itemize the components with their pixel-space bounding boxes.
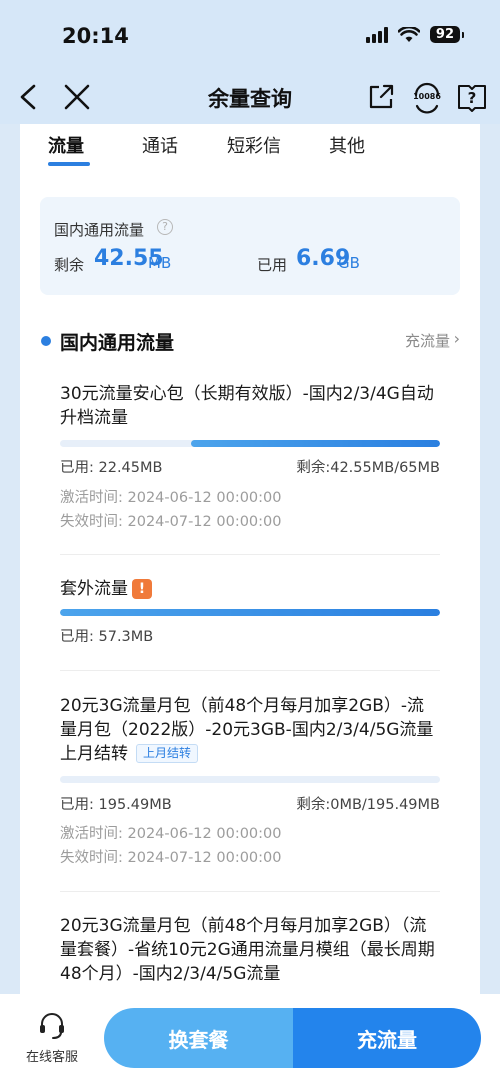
summary-title: 国内通用流量 — [54, 221, 145, 239]
usage-row: 已用: 22.45MB 剩余:42.55MB/65MB — [60, 456, 440, 477]
usage-row: 已用: 57.3MB — [60, 625, 440, 646]
main-card: 流量 通话 短彩信 其他 国内通用流量 ? 剩余 42.55 MB 已用 6.6… — [20, 124, 480, 994]
usage-progress-bar — [60, 609, 440, 616]
usage-summary-card: 国内通用流量 ? 剩余 42.55 MB 已用 6.69 GB — [40, 197, 460, 295]
info-icon[interactable]: ? — [157, 219, 173, 235]
used-amount: 已用: 195.49MB — [60, 797, 172, 813]
svg-text:?: ? — [468, 89, 477, 107]
package-name-row: 20元3G流量月包（前48个月每月加享2GB）-流量月包（2022版）-20元3… — [60, 694, 440, 766]
tab-bar: 流量 通话 短彩信 其他 — [20, 124, 480, 174]
tab-calls[interactable]: 通话 — [142, 132, 178, 158]
remaining-label: 剩余 — [54, 256, 85, 274]
topup-link[interactable]: 充流量 — [405, 330, 450, 351]
package-name: 套外流量 — [60, 579, 128, 599]
bottom-action-bar: 在线客服 换套餐 充流量 — [0, 994, 500, 1084]
battery-icon: 92 — [429, 26, 465, 43]
section-header: 国内通用流量 充流量 › — [40, 326, 460, 356]
package-name: 20元3G流量月包（前48个月每月加享2GB）（流量套餐）-省统10元2G通用流… — [60, 916, 435, 984]
package-item: 30元流量安心包（长期有效版）-国内2/3/4G自动升档流量 已用: 22.45… — [60, 382, 440, 532]
topup-button[interactable]: 充流量 — [293, 1008, 481, 1068]
status-bar: 20:14 92 — [0, 0, 500, 72]
usage-progress-fill — [191, 440, 440, 447]
divider — [60, 670, 440, 671]
nav-bar: 余量查询 10086 ? — [0, 72, 500, 124]
wifi-icon — [397, 26, 420, 42]
divider — [60, 891, 440, 892]
expiry-time: 失效时间: 2024-07-12 00:00:00 — [60, 514, 282, 530]
remaining-unit: MB — [148, 254, 172, 272]
used-amount: 已用: 57.3MB — [60, 629, 154, 645]
share-icon[interactable] — [366, 82, 396, 112]
hotline-number: 10086 — [413, 92, 441, 101]
activation-time: 激活时间: 2024-06-12 00:00:00 — [60, 826, 282, 842]
warning-icon: ! — [132, 579, 152, 599]
package-name: 20元3G流量月包（前48个月每月加享2GB）-流量月包（2022版）-20元3… — [60, 696, 434, 764]
remaining-amount: 剩余:42.55MB/65MB — [296, 460, 440, 476]
hotline-10086-button[interactable]: 10086 — [410, 80, 444, 114]
help-book-icon[interactable]: ? — [456, 82, 488, 112]
usage-progress-bar — [60, 440, 440, 447]
change-plan-button[interactable]: 换套餐 — [104, 1008, 293, 1068]
used-amount: 已用: 22.45MB — [60, 460, 163, 476]
package-item: 套外流量! 已用: 57.3MB — [60, 577, 440, 647]
usage-row: 已用: 195.49MB 剩余:0MB/195.49MB — [60, 793, 440, 814]
remaining-amount: 剩余:0MB/195.49MB — [296, 797, 440, 813]
used-label: 已用 — [257, 256, 288, 274]
used-unit: GB — [338, 254, 360, 272]
divider — [60, 554, 440, 555]
package-name: 30元流量安心包（长期有效版）-国内2/3/4G自动升档流量 — [60, 384, 434, 428]
usage-progress-bar — [60, 776, 440, 783]
section-title: 国内通用流量 — [60, 332, 175, 354]
rollover-badge: 上月结转 — [136, 744, 199, 763]
tab-active-indicator — [48, 162, 90, 166]
tab-sms-mms[interactable]: 短彩信 — [227, 132, 281, 158]
cellular-signal-icon — [365, 26, 388, 43]
status-time: 20:14 — [62, 24, 129, 48]
tab-data[interactable]: 流量 — [48, 132, 84, 158]
section-dot — [41, 336, 51, 346]
tab-other[interactable]: 其他 — [329, 132, 365, 158]
status-icons: 92 — [365, 26, 465, 43]
expiry-time: 失效时间: 2024-07-12 00:00:00 — [60, 850, 282, 866]
action-button-group: 换套餐 充流量 — [104, 1008, 481, 1068]
usage-progress-fill — [60, 609, 440, 616]
package-name-row: 套外流量! — [60, 577, 440, 601]
customer-service-icon[interactable] — [36, 1010, 68, 1042]
package-item: 20元3G流量月包（前48个月每月加享2GB）-流量月包（2022版）-20元3… — [60, 694, 440, 869]
package-item: 20元3G流量月包（前48个月每月加享2GB）（流量套餐）-省统10元2G通用流… — [60, 914, 440, 994]
chevron-right-icon[interactable]: › — [454, 329, 460, 348]
activation-time: 激活时间: 2024-06-12 00:00:00 — [60, 490, 282, 506]
customer-service-label[interactable]: 在线客服 — [22, 1046, 82, 1065]
